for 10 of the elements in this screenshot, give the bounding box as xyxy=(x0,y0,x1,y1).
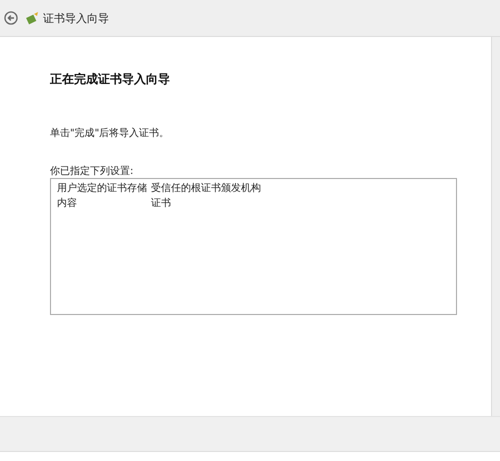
back-button[interactable] xyxy=(4,11,18,25)
certificate-icon xyxy=(26,11,40,25)
setting-name: 内容 xyxy=(57,196,78,211)
instruction-text: 单击"完成"后将导入证书。 xyxy=(50,126,170,140)
setting-value: 证书 xyxy=(151,196,171,211)
setting-name: 用户选定的证书存储 xyxy=(57,182,148,196)
window-title: 证书导入向导 xyxy=(43,10,109,26)
setting-value: 受信任的根证书颁发机构 xyxy=(151,182,261,196)
settings-label: 你已指定下列设置: xyxy=(50,164,134,178)
page-heading: 正在完成证书导入向导 xyxy=(50,71,171,88)
